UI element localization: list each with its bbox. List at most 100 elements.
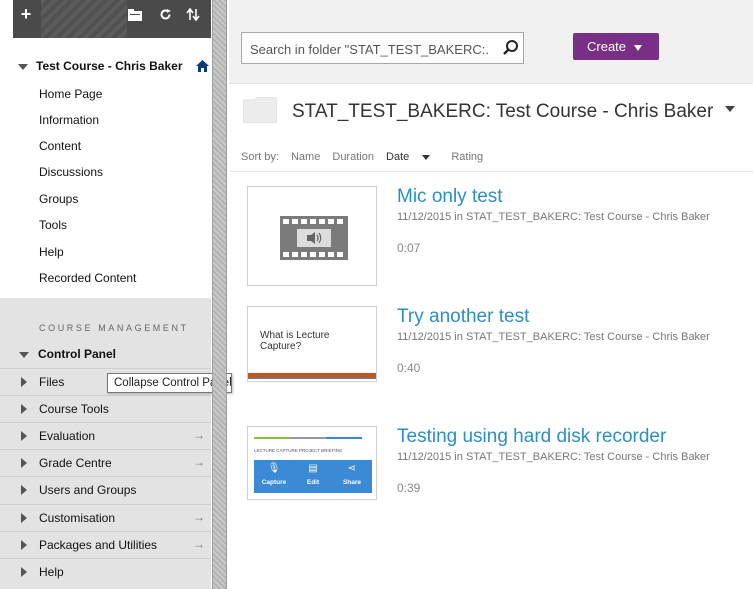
sidebar-item-tools[interactable]: Tools xyxy=(39,218,67,232)
dropdown-arrow-icon xyxy=(634,44,643,51)
control-panel-item-label: Grade Centre xyxy=(39,456,112,470)
search-icon[interactable] xyxy=(502,39,520,57)
search-input[interactable] xyxy=(250,39,490,59)
session-duration: 0:39 xyxy=(397,481,421,495)
thumbnail-edit: ▤ Edit xyxy=(295,463,331,491)
add-menu-item-icon[interactable]: + xyxy=(17,5,35,23)
expand-arrow-icon xyxy=(21,431,27,441)
control-panel-item-label: Packages and Utilities xyxy=(39,538,158,552)
thumbnail-accent-bar xyxy=(248,377,376,379)
main-content: Create STAT_TEST_BAKERC: Test Course - C… xyxy=(229,0,753,589)
course-title[interactable]: Test Course - Chris Baker xyxy=(18,59,183,73)
control-panel-item-label: Customisation xyxy=(39,511,116,525)
control-panel-item-users-and-groups[interactable]: Users and Groups xyxy=(0,476,211,503)
session-location[interactable]: STAT_TEST_BAKERC: Test Course - Chris Ba… xyxy=(466,211,710,223)
thumbnail-share: ⋖ Share xyxy=(334,463,370,491)
thumbnail-slide-heading: LECTURE CAPTURE PROJECT BRIEFING xyxy=(254,448,343,453)
session-location[interactable]: STAT_TEST_BAKERC: Test Course - Chris Ba… xyxy=(466,331,710,343)
share-icon: ⋖ xyxy=(347,463,357,474)
control-panel-item-label: Course Tools xyxy=(39,402,109,416)
folder-icon xyxy=(243,97,277,123)
film-frame xyxy=(297,229,331,247)
session-meta: 11/12/2015 in STAT_TEST_BAKERC: Test Cou… xyxy=(397,451,710,463)
sort-option-name[interactable]: Name xyxy=(291,151,320,163)
session-thumbnail[interactable] xyxy=(247,186,377,286)
session-duration: 0:40 xyxy=(397,361,421,375)
session-title-link[interactable]: Try another test xyxy=(397,306,529,328)
course-management-heading: COURSE MANAGEMENT xyxy=(39,323,189,333)
control-panel-item-label: Users and Groups xyxy=(39,483,137,497)
sort-option-rating[interactable]: Rating xyxy=(451,151,483,163)
thumbnail-button-panel: 🎙 Capture ▤ Edit ⋖ Share xyxy=(254,460,372,493)
expand-arrow-icon xyxy=(21,458,27,468)
sidebar-item-information[interactable]: Information xyxy=(39,113,99,127)
session-thumbnail[interactable]: LECTURE CAPTURE PROJECT BRIEFING 🎙 Captur… xyxy=(247,426,377,500)
toolbar-pattern xyxy=(41,0,127,38)
sidebar-item-content[interactable]: Content xyxy=(39,139,81,153)
sort-option-date[interactable]: Date xyxy=(386,151,439,163)
right-arrow-icon[interactable]: → xyxy=(193,537,205,551)
control-panel-item-packages-and-utilities[interactable]: Packages and Utilities → xyxy=(0,531,211,558)
session-thumbnail[interactable]: What is Lecture Capture? xyxy=(247,306,377,382)
session-title-link[interactable]: Testing using hard disk recorder xyxy=(397,426,666,448)
folder-dropdown-icon[interactable] xyxy=(725,105,736,112)
session-item: What is Lecture Capture? Try another tes… xyxy=(229,306,753,416)
session-date: 11/12/2015 xyxy=(397,331,452,343)
session-duration: 0:07 xyxy=(397,241,421,255)
sidebar-item-help[interactable]: Help xyxy=(39,245,64,259)
folder-view-icon[interactable] xyxy=(127,8,143,24)
sidebar-toolbar: + xyxy=(13,0,211,38)
audio-film-icon xyxy=(280,216,348,260)
session-date: 11/12/2015 xyxy=(397,211,452,223)
sidebar-item-groups[interactable]: Groups xyxy=(39,192,78,206)
expand-arrow-icon xyxy=(21,540,27,550)
edit-icon: ▤ xyxy=(308,463,318,474)
thumbnail-slide-text: What is Lecture Capture? xyxy=(260,330,330,352)
sidebar-item-discussions[interactable]: Discussions xyxy=(39,165,103,179)
right-arrow-icon[interactable]: → xyxy=(193,455,205,469)
divider xyxy=(229,171,753,172)
session-title-link[interactable]: Mic only test xyxy=(397,186,503,208)
sort-descending-icon xyxy=(422,154,431,160)
control-panel-item-label: Help xyxy=(39,565,64,579)
control-panel-item-grade-centre[interactable]: Grade Centre → xyxy=(0,449,211,476)
expand-arrow-icon xyxy=(21,485,27,495)
expand-arrow-icon xyxy=(21,377,27,387)
thumbnail-capture-label: Capture xyxy=(261,479,287,486)
right-arrow-icon[interactable]: → xyxy=(193,510,205,524)
expand-arrow-icon xyxy=(21,513,27,523)
right-arrow-icon[interactable]: → xyxy=(193,428,205,442)
reorder-icon[interactable] xyxy=(185,7,201,24)
thumbnail-rule xyxy=(290,437,326,439)
thumbnail-share-label: Share xyxy=(342,479,362,486)
folder-title[interactable]: STAT_TEST_BAKERC: Test Course - Chris Ba… xyxy=(292,101,736,123)
folder-title-label: STAT_TEST_BAKERC: Test Course - Chris Ba… xyxy=(292,101,714,122)
create-button[interactable]: Create xyxy=(573,33,659,60)
control-panel-label: Control Panel xyxy=(38,347,117,361)
thumbnail-slide-subtext xyxy=(260,355,261,360)
control-panel-item-label: Files xyxy=(39,375,65,389)
sort-by-label: Sort by: xyxy=(241,151,279,163)
control-panel-item-help[interactable]: Help xyxy=(0,558,211,585)
sidebar-item-recorded-content[interactable]: Recorded Content xyxy=(39,271,136,285)
film-holes xyxy=(283,252,345,257)
sidebar-resize-handle[interactable] xyxy=(212,0,227,589)
folder-toolbar: Create xyxy=(229,0,753,84)
search-box[interactable] xyxy=(241,32,524,64)
sidebar-item-home-page[interactable]: Home Page xyxy=(39,87,102,101)
film-holes xyxy=(283,219,345,224)
sort-option-duration[interactable]: Duration xyxy=(332,151,374,163)
course-sidebar: + Test Course - Chris Baker Home Page In… xyxy=(0,0,232,589)
control-panel-item-customisation[interactable]: Customisation → xyxy=(0,504,211,531)
control-panel-toggle[interactable]: Control Panel xyxy=(19,347,116,361)
control-panel-item-evaluation[interactable]: Evaluation → xyxy=(0,422,211,449)
sort-bar: Sort by: Name Duration Date Rating xyxy=(241,151,492,163)
session-item: LECTURE CAPTURE PROJECT BRIEFING 🎙 Captur… xyxy=(229,426,753,536)
home-icon[interactable] xyxy=(196,60,209,72)
control-panel-item-course-tools[interactable]: Course Tools xyxy=(0,395,211,422)
session-location[interactable]: STAT_TEST_BAKERC: Test Course - Chris Ba… xyxy=(466,451,710,463)
refresh-icon[interactable] xyxy=(157,8,173,24)
thumbnail-edit-label: Edit xyxy=(306,479,320,486)
expand-triangle-icon xyxy=(18,63,28,70)
thumbnail-rule xyxy=(254,437,290,439)
